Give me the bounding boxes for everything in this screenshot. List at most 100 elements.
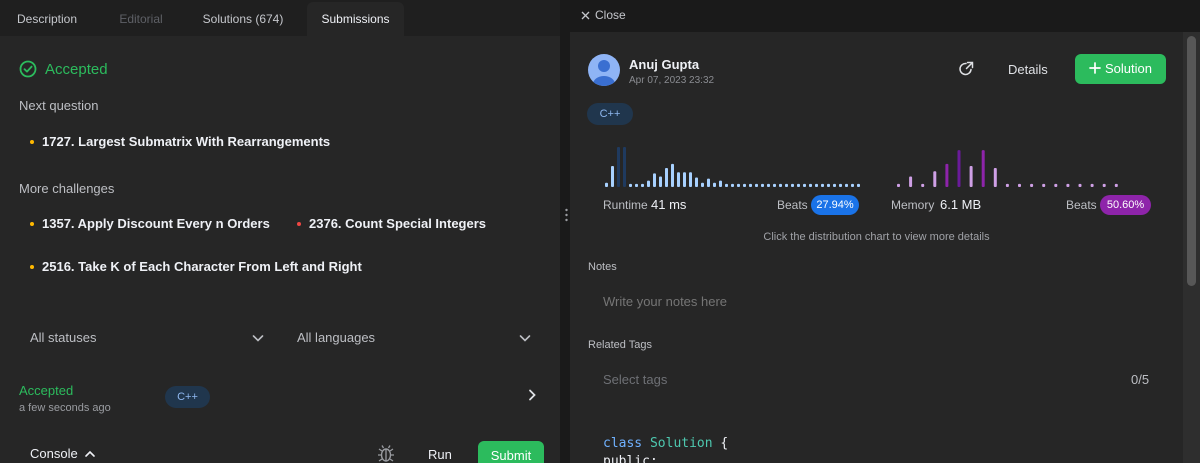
runtime-bar[interactable] bbox=[659, 176, 662, 187]
runtime-bar[interactable] bbox=[647, 180, 650, 187]
distribution-chart[interactable] bbox=[595, 140, 1155, 190]
notes-label: Notes bbox=[588, 261, 617, 273]
runtime-bar[interactable] bbox=[725, 183, 728, 187]
memory-bar[interactable] bbox=[1090, 183, 1094, 187]
chart-hint: Click the distribution chart to view mor… bbox=[763, 231, 990, 243]
share-icon[interactable] bbox=[958, 61, 974, 77]
runtime-bar[interactable] bbox=[809, 183, 812, 187]
runtime-bar[interactable] bbox=[623, 147, 626, 187]
panel-splitter[interactable] bbox=[560, 0, 570, 463]
challenge-link[interactable]: 2376. Count Special Integers bbox=[297, 216, 486, 231]
runtime-bar[interactable] bbox=[677, 172, 680, 187]
runtime-bar[interactable] bbox=[821, 183, 824, 187]
language-badge: C++ bbox=[165, 386, 210, 408]
runtime-bar[interactable] bbox=[803, 183, 806, 187]
runtime-bar[interactable] bbox=[749, 183, 752, 187]
tab-submissions[interactable]: Submissions bbox=[307, 2, 404, 36]
avatar bbox=[588, 54, 620, 86]
runtime-bar[interactable] bbox=[635, 183, 638, 187]
memory-bar[interactable] bbox=[897, 183, 900, 187]
user-name[interactable]: Anuj Gupta bbox=[629, 57, 699, 72]
memory-bar[interactable] bbox=[1066, 183, 1070, 187]
runtime-bar[interactable] bbox=[773, 183, 776, 187]
scrollbar-thumb[interactable] bbox=[1187, 36, 1196, 286]
memory-bar[interactable] bbox=[1030, 183, 1034, 187]
runtime-bar[interactable] bbox=[665, 168, 668, 187]
tab-description[interactable]: Description bbox=[0, 2, 94, 36]
tab-editorial[interactable]: Editorial bbox=[94, 2, 188, 36]
memory-bar[interactable] bbox=[1054, 183, 1058, 187]
details-button[interactable]: Details bbox=[1008, 62, 1048, 77]
tags-select[interactable]: Select tags bbox=[603, 372, 667, 387]
runtime-bar[interactable] bbox=[605, 182, 608, 187]
runtime-bar[interactable] bbox=[671, 163, 674, 187]
memory-bar[interactable] bbox=[909, 176, 913, 187]
memory-bar[interactable] bbox=[969, 165, 973, 187]
runtime-distribution[interactable] bbox=[605, 147, 860, 187]
submission-row[interactable]: Accepted a few seconds ago C++ bbox=[19, 382, 544, 422]
runtime-bar[interactable] bbox=[653, 173, 656, 187]
runtime-bar[interactable] bbox=[737, 183, 740, 187]
memory-bar[interactable] bbox=[933, 171, 937, 187]
runtime-bar[interactable] bbox=[791, 183, 794, 187]
runtime-bar[interactable] bbox=[827, 183, 830, 187]
language-filter[interactable]: All languages bbox=[297, 330, 532, 345]
challenge-link[interactable]: 1357. Apply Discount Every n Orders bbox=[30, 216, 270, 231]
runtime-bar[interactable] bbox=[755, 183, 758, 187]
runtime-bar[interactable] bbox=[839, 183, 842, 187]
runtime-bar[interactable] bbox=[701, 182, 704, 187]
runtime-bar[interactable] bbox=[683, 172, 686, 187]
close-button[interactable]: Close bbox=[581, 8, 626, 22]
runtime-bar[interactable] bbox=[617, 147, 620, 187]
add-solution-button[interactable]: Solution bbox=[1075, 54, 1166, 84]
notes-input[interactable] bbox=[603, 294, 1163, 309]
drag-handle-icon[interactable] bbox=[565, 208, 568, 222]
memory-bar[interactable] bbox=[945, 163, 949, 187]
runtime-bar[interactable] bbox=[707, 178, 710, 187]
runtime-bar[interactable] bbox=[857, 183, 860, 187]
result-status: Accepted bbox=[45, 60, 108, 78]
code-view[interactable]: class Solution { public: bbox=[603, 435, 728, 463]
runtime-bar[interactable] bbox=[785, 183, 788, 187]
runtime-bar[interactable] bbox=[797, 183, 800, 187]
runtime-beats-label: Beats bbox=[777, 198, 808, 212]
challenge-link[interactable]: 2516. Take K of Each Character From Left… bbox=[30, 259, 362, 274]
status-filter[interactable]: All statuses bbox=[30, 330, 265, 345]
run-button[interactable]: Run bbox=[428, 447, 452, 462]
memory-bar[interactable] bbox=[1005, 183, 1009, 187]
memory-bar[interactable] bbox=[1102, 183, 1106, 187]
add-solution-label: Solution bbox=[1105, 61, 1152, 76]
runtime-bar[interactable] bbox=[743, 183, 746, 187]
memory-distribution[interactable] bbox=[897, 150, 1118, 187]
next-question-link[interactable]: 1727. Largest Submatrix With Rearrangeme… bbox=[30, 134, 330, 149]
runtime-bar[interactable] bbox=[641, 183, 644, 187]
memory-bar[interactable] bbox=[1018, 183, 1021, 187]
runtime-bar[interactable] bbox=[719, 180, 722, 187]
memory-bar[interactable] bbox=[993, 168, 997, 187]
runtime-bar[interactable] bbox=[767, 183, 770, 187]
memory-bar[interactable] bbox=[921, 183, 925, 187]
console-toggle[interactable]: Console bbox=[30, 446, 96, 461]
runtime-bar[interactable] bbox=[611, 165, 614, 187]
runtime-bar[interactable] bbox=[629, 183, 632, 187]
runtime-bar[interactable] bbox=[851, 183, 854, 187]
runtime-bar[interactable] bbox=[713, 182, 716, 187]
memory-bar[interactable] bbox=[1042, 183, 1046, 187]
memory-bar[interactable] bbox=[1114, 183, 1118, 187]
runtime-bar[interactable] bbox=[689, 172, 692, 187]
memory-beats-label: Beats bbox=[1066, 198, 1097, 212]
runtime-bar[interactable] bbox=[815, 183, 818, 187]
tab-solutions[interactable]: Solutions (674) bbox=[188, 2, 298, 36]
runtime-bar[interactable] bbox=[779, 183, 782, 187]
memory-bar[interactable] bbox=[957, 150, 961, 187]
memory-bar[interactable] bbox=[981, 150, 985, 187]
runtime-bar[interactable] bbox=[761, 183, 764, 187]
memory-beats-badge: 50.60% bbox=[1100, 195, 1151, 215]
submit-button[interactable]: Submit bbox=[478, 441, 544, 463]
memory-bar[interactable] bbox=[1078, 183, 1082, 187]
bug-icon[interactable] bbox=[377, 444, 395, 463]
runtime-bar[interactable] bbox=[845, 183, 848, 187]
runtime-bar[interactable] bbox=[833, 183, 836, 187]
runtime-bar[interactable] bbox=[695, 177, 698, 187]
runtime-bar[interactable] bbox=[731, 183, 734, 187]
